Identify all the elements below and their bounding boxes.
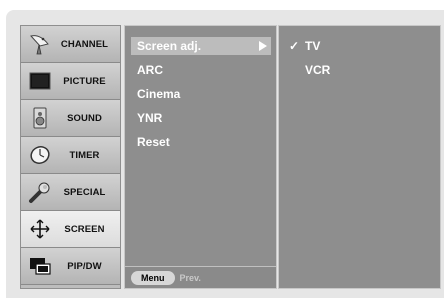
sidebar-item-picture[interactable]: PICTURE xyxy=(21,63,120,100)
sidebar-item-pipdw[interactable]: PIP/DW xyxy=(21,248,120,285)
pip-windows-icon xyxy=(27,253,53,279)
submenu-footer: Menu Prev. xyxy=(125,266,276,288)
submenu-item-screen-adj[interactable]: Screen adj. xyxy=(131,37,271,55)
option-tv[interactable]: ✓ TV xyxy=(285,37,405,55)
checkmark-icon: ✓ xyxy=(288,39,300,53)
sidebar-item-label: SCREEN xyxy=(64,223,105,235)
move-arrows-icon xyxy=(27,216,53,242)
option-label: TV xyxy=(305,39,321,53)
sidebar-item-sound[interactable]: SOUND xyxy=(21,100,120,137)
submenu-item-label: Cinema xyxy=(137,87,181,101)
submenu-item-ynr[interactable]: YNR xyxy=(131,109,271,127)
clock-icon xyxy=(27,142,53,168)
main-menu-sidebar: CHANNEL PICTURE SOUND TIMER SPECIAL SCRE… xyxy=(20,25,121,289)
screen-adj-options: ✓ TV VCR xyxy=(278,25,441,289)
option-label: VCR xyxy=(305,63,331,77)
sidebar-item-label: SOUND xyxy=(67,112,102,124)
submenu-item-arc[interactable]: ARC xyxy=(131,61,271,79)
wrench-icon xyxy=(27,179,53,205)
submenu-item-cinema[interactable]: Cinema xyxy=(131,85,271,103)
sidebar-item-special[interactable]: SPECIAL xyxy=(21,174,120,211)
submenu-item-label: YNR xyxy=(137,111,163,125)
submenu-item-label: ARC xyxy=(137,63,163,77)
sidebar-item-channel[interactable]: CHANNEL xyxy=(21,26,120,63)
sidebar-item-timer[interactable]: TIMER xyxy=(21,137,120,174)
speaker-icon xyxy=(27,105,53,131)
submenu-item-reset[interactable]: Reset xyxy=(131,133,271,151)
sidebar-item-label: PICTURE xyxy=(63,75,106,87)
sidebar-item-label: TIMER xyxy=(69,149,100,161)
menu-button[interactable]: Menu xyxy=(131,270,175,285)
sidebar-item-label: SPECIAL xyxy=(63,186,106,198)
submenu-item-label: Reset xyxy=(137,135,170,149)
submenu-item-label: Screen adj. xyxy=(137,39,202,53)
sidebar-item-label: CHANNEL xyxy=(60,38,109,50)
sidebar-item-screen[interactable]: SCREEN xyxy=(21,211,120,248)
prev-label: Prev. xyxy=(179,272,201,283)
arrow-right-icon xyxy=(259,41,267,51)
option-vcr[interactable]: VCR xyxy=(285,61,405,79)
screen-submenu: Screen adj. ARC Cinema YNR Reset Menu Pr… xyxy=(124,25,277,289)
satellite-dish-icon xyxy=(27,31,53,57)
monitor-icon xyxy=(27,68,53,94)
sidebar-item-label: PIP/DW xyxy=(67,260,102,272)
